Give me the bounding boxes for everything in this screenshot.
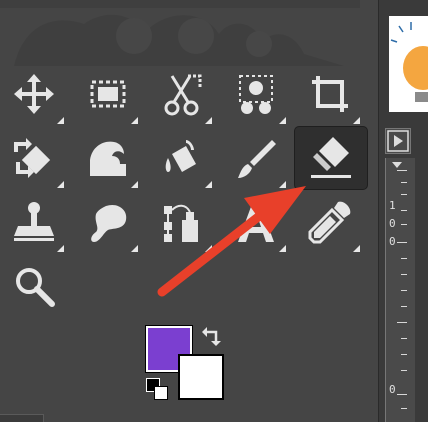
vertical-ruler: 1 0 0 0 — [385, 158, 415, 422]
crop-icon — [312, 76, 348, 112]
canvas-panel: 1 0 0 0 — [378, 0, 428, 422]
paintbrush-icon — [238, 140, 276, 178]
clone-stamp-icon — [14, 202, 54, 241]
lightbulb-image — [390, 22, 428, 102]
paintbrush-tool[interactable] — [226, 128, 286, 188]
ruler-marker — [392, 162, 402, 168]
paths-icon — [164, 204, 198, 242]
move-tool[interactable] — [4, 64, 64, 124]
scissors-icon — [164, 74, 202, 116]
ruler-label: 1 — [389, 199, 396, 212]
transform-icon — [14, 138, 51, 178]
bucket-fill-tool[interactable] — [152, 128, 212, 188]
ruler-label: 0 — [389, 383, 396, 396]
default-colors-white-swatch[interactable] — [154, 386, 168, 400]
warp-tool[interactable] — [78, 128, 138, 188]
eyedropper-icon — [308, 201, 351, 244]
clone-tool[interactable] — [4, 192, 64, 252]
smudge-icon — [91, 204, 127, 242]
bucket-fill-icon — [165, 140, 196, 172]
smudge-tool[interactable] — [78, 192, 138, 252]
eraser-icon — [311, 137, 351, 178]
paths-tool[interactable] — [152, 192, 212, 252]
wilber-logo-watermark — [14, 14, 344, 66]
background-color-swatch[interactable] — [178, 354, 224, 400]
play-icon — [387, 130, 409, 152]
fuzzy-select-icon — [239, 75, 273, 114]
ruler-label: 0 — [389, 235, 396, 248]
color-picker-tool[interactable] — [300, 192, 360, 252]
color-area — [140, 320, 240, 410]
magnifier-icon — [16, 268, 55, 307]
text-icon — [238, 204, 274, 242]
eraser-tool[interactable] — [294, 126, 368, 190]
rect-select-icon — [90, 80, 126, 108]
panel-tab[interactable] — [0, 414, 44, 422]
navigate-button[interactable] — [385, 128, 411, 154]
crop-tool[interactable] — [300, 64, 360, 124]
image-thumbnail[interactable] — [389, 16, 428, 112]
text-tool[interactable] — [226, 192, 286, 252]
warp-icon — [90, 141, 126, 176]
ruler-label: 0 — [389, 217, 396, 230]
toolbox-panel — [0, 0, 378, 422]
transform-tool[interactable] — [4, 128, 64, 188]
swap-colors-icon[interactable] — [200, 324, 224, 348]
zoom-tool[interactable] — [4, 256, 64, 316]
fuzzy-select-tool[interactable] — [226, 64, 286, 124]
cut-tool[interactable] — [152, 64, 212, 124]
move-icon — [14, 74, 54, 114]
rect-select-tool[interactable] — [78, 64, 138, 124]
